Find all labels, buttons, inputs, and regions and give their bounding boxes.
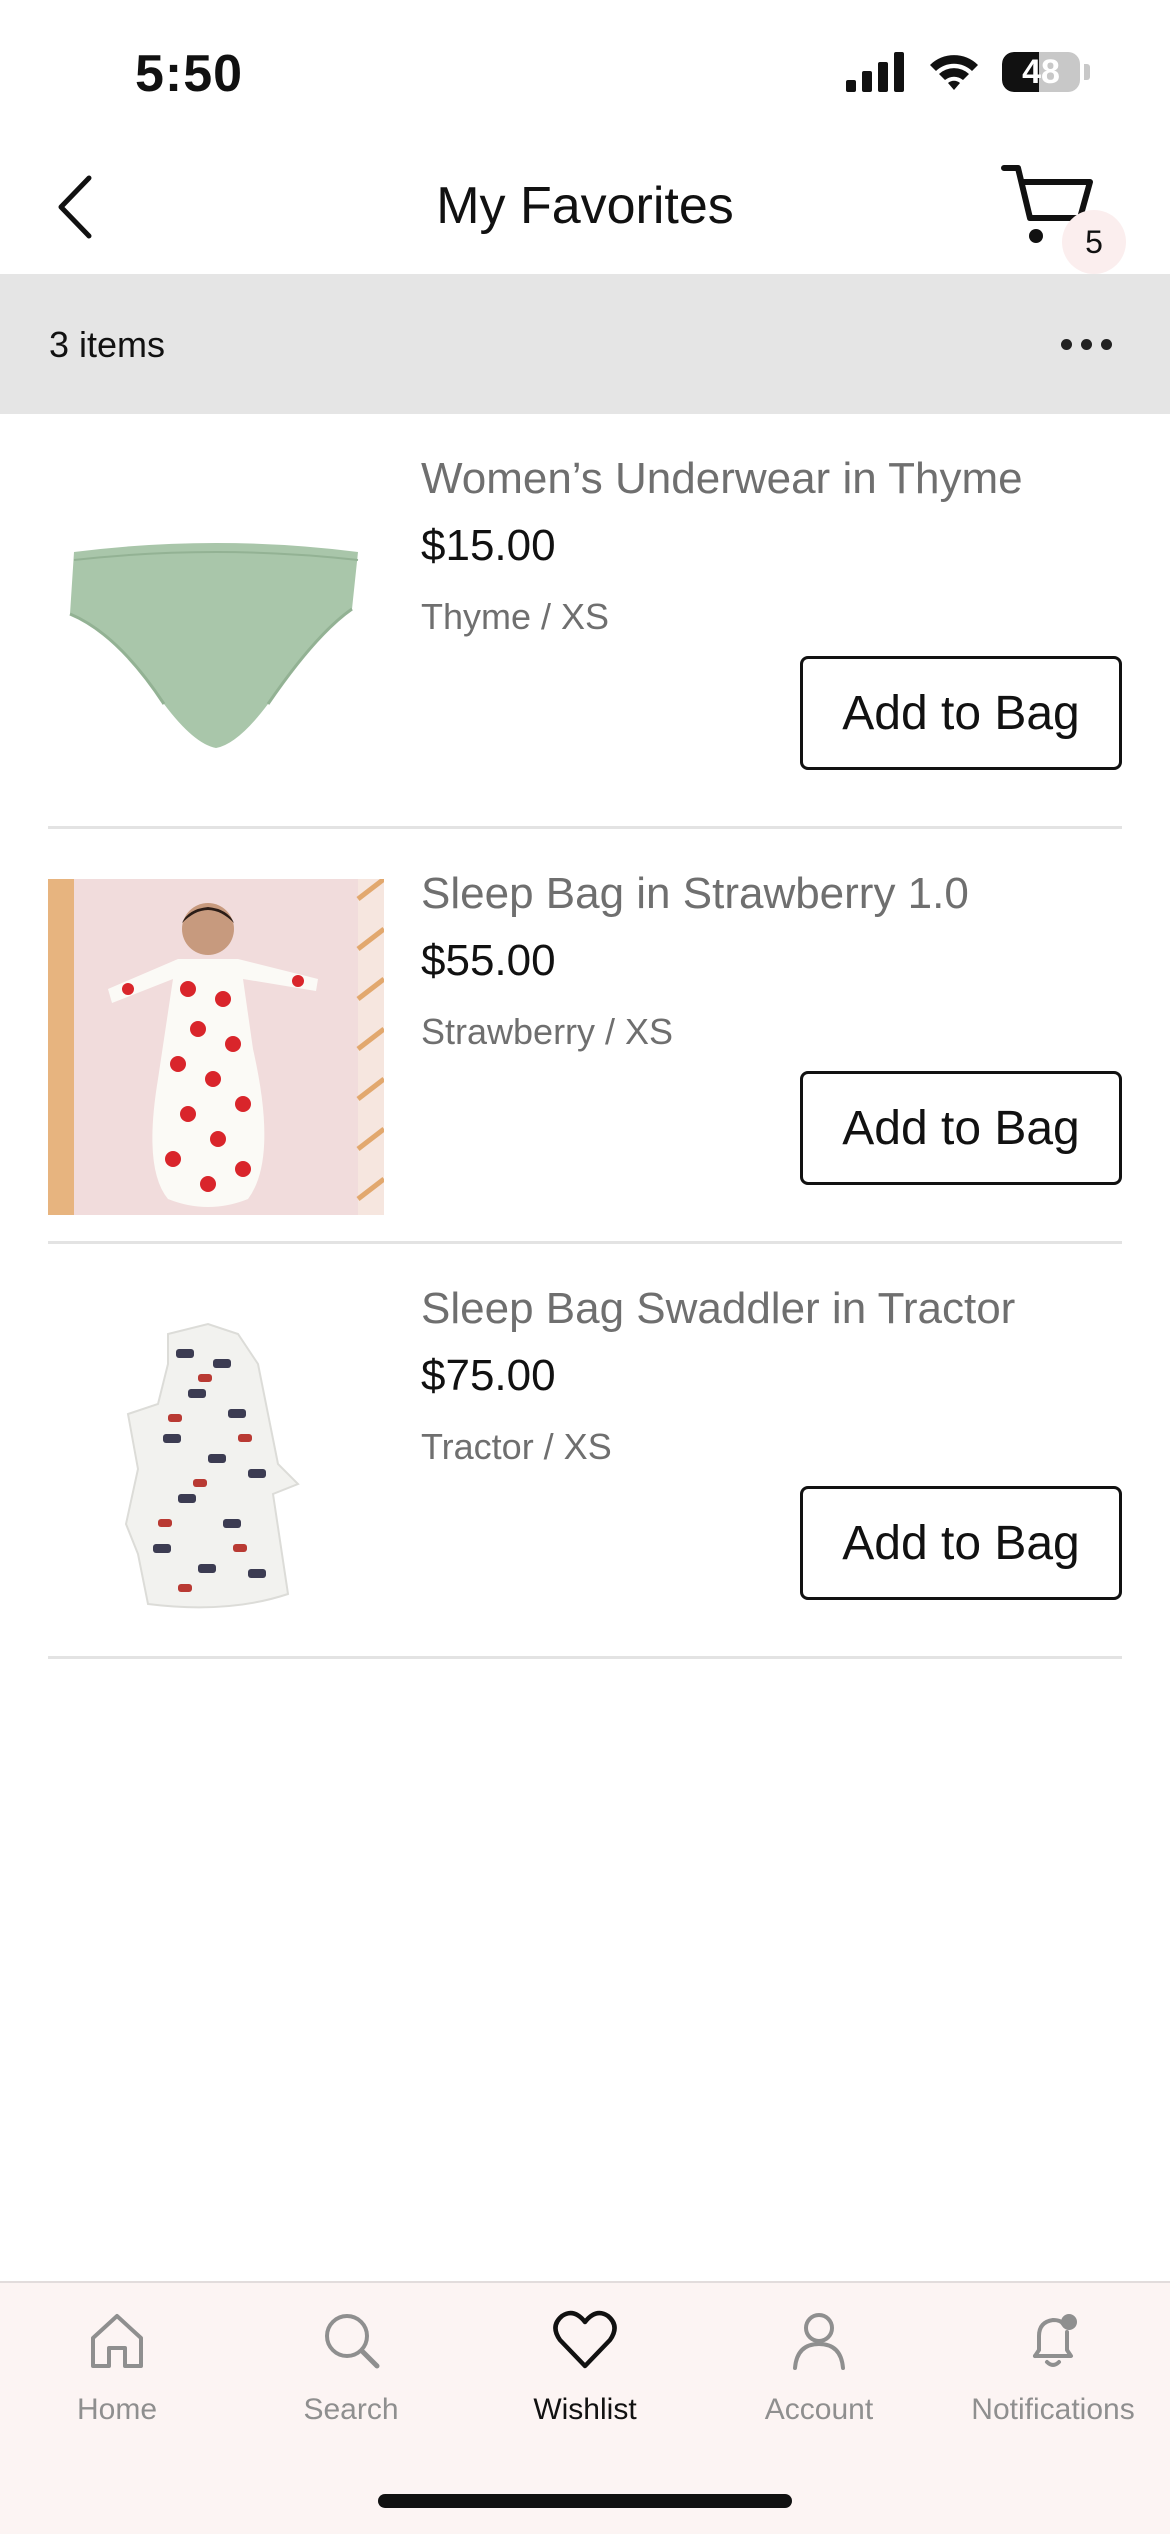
items-count-bar: 3 items <box>0 274 1170 414</box>
product-image-underwear[interactable] <box>48 464 384 800</box>
tab-wishlist[interactable]: Wishlist <box>468 2305 702 2455</box>
more-dot-icon <box>1080 338 1092 350</box>
page-title: My Favorites <box>436 177 734 235</box>
favorites-list: Women’s Underwear in Thyme $15.00 Thyme … <box>48 414 1122 1659</box>
tab-search[interactable]: Search <box>234 2305 468 2455</box>
product-variant: Strawberry / XS <box>421 1011 674 1052</box>
cart-count-badge: 5 <box>1062 210 1126 274</box>
items-count: 3 items <box>49 324 166 365</box>
product-variant: Tractor / XS <box>421 1426 612 1467</box>
product-price: $15.00 <box>421 521 556 570</box>
person-icon <box>784 2305 854 2375</box>
add-to-bag-button[interactable]: Add to Bag <box>800 656 1122 770</box>
home-indicator <box>378 2494 792 2508</box>
product-name[interactable]: Sleep Bag Swaddler in Tractor <box>421 1284 1015 1334</box>
more-options-button[interactable] <box>1046 314 1126 374</box>
more-dot-icon <box>1100 338 1112 350</box>
battery-level: 48 <box>1022 52 1060 91</box>
product-name[interactable]: Sleep Bag in Strawberry 1.0 <box>421 869 969 919</box>
home-icon <box>82 2305 152 2375</box>
signal-icon <box>846 52 904 92</box>
cart-button[interactable]: 5 <box>1000 160 1126 274</box>
product-variant: Thyme / XS <box>421 596 610 637</box>
add-to-bag-button[interactable]: Add to Bag <box>800 1071 1122 1185</box>
status-icons: 48 <box>846 52 1090 92</box>
tab-account[interactable]: Account <box>702 2305 936 2455</box>
tab-home[interactable]: Home <box>0 2305 234 2455</box>
add-to-bag-button[interactable]: Add to Bag <box>800 1486 1122 1600</box>
heart-icon <box>550 2305 620 2375</box>
bell-icon <box>1018 2305 1088 2375</box>
list-item[interactable]: Women’s Underwear in Thyme $15.00 Thyme … <box>48 414 1122 829</box>
more-dot-icon <box>1060 338 1072 350</box>
tab-label: Wishlist <box>533 2393 637 2426</box>
wifi-icon <box>930 55 978 90</box>
battery-icon: 48 <box>1002 52 1080 92</box>
search-icon <box>316 2305 386 2375</box>
tab-label: Home <box>76 2393 158 2426</box>
product-image-strawberry-sleep-bag[interactable] <box>48 879 384 1215</box>
battery-cap <box>1084 64 1090 80</box>
tab-label: Search <box>303 2393 399 2426</box>
product-name[interactable]: Women’s Underwear in Thyme <box>421 454 1023 504</box>
product-price: $75.00 <box>421 1351 556 1400</box>
header: My Favorites 5 <box>0 150 1170 274</box>
product-image-tractor-swaddler[interactable] <box>48 1294 384 1630</box>
list-item[interactable]: Sleep Bag in Strawberry 1.0 $55.00 Straw… <box>48 829 1122 1244</box>
status-time: 5:50 <box>135 45 244 103</box>
list-item[interactable]: Sleep Bag Swaddler in Tractor $75.00 Tra… <box>48 1244 1122 1659</box>
tab-label: Account <box>764 2393 874 2426</box>
tab-notifications[interactable]: Notifications <box>936 2305 1170 2455</box>
tab-label: Notifications <box>971 2393 1135 2426</box>
product-price: $55.00 <box>421 936 556 985</box>
status-bar: 5:50 48 <box>0 0 1170 150</box>
